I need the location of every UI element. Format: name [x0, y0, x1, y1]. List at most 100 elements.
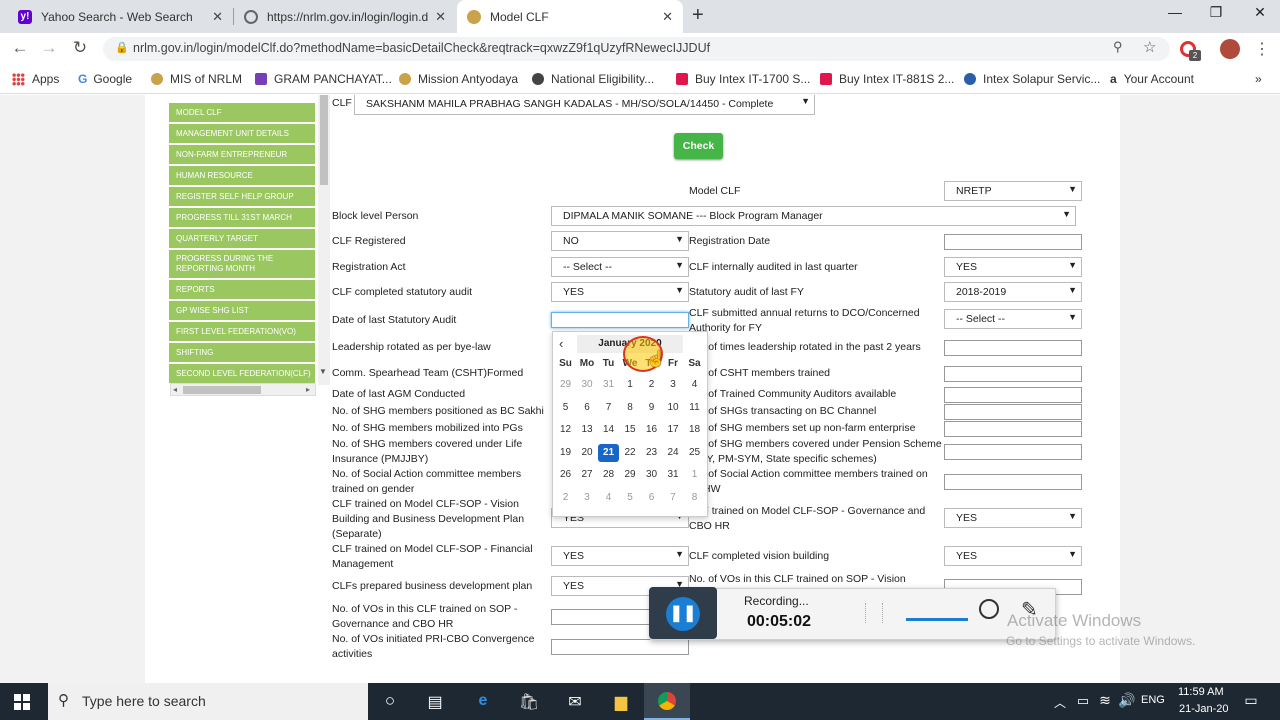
- datepicker-day[interactable]: 29: [555, 376, 576, 394]
- profile-avatar[interactable]: [1220, 39, 1240, 59]
- file-explorer-icon[interactable]: ▆: [606, 692, 636, 712]
- community-auditors-input[interactable]: [944, 387, 1082, 403]
- new-tab-plus-icon[interactable]: +: [692, 4, 704, 27]
- datepicker-day[interactable]: 17: [663, 421, 684, 439]
- datepicker-day[interactable]: 30: [577, 376, 598, 394]
- tab-model-clf[interactable]: Model CLF ✕: [457, 0, 683, 33]
- zoom-search-icon[interactable]: ⚲: [1113, 39, 1123, 55]
- clock-time[interactable]: 11:59 AM: [1178, 686, 1224, 698]
- back-arrow-icon[interactable]: ←: [8, 38, 32, 58]
- bookmark-gram-panchayat[interactable]: GRAM PANCHAYAT...: [255, 72, 392, 86]
- datepicker-day[interactable]: 3: [663, 376, 684, 394]
- sidebar-item-second-level-federation[interactable]: SECOND LEVEL FEDERATION(CLF): [168, 363, 316, 384]
- datepicker-day[interactable]: 29: [620, 466, 641, 484]
- minimize-icon[interactable]: —: [1165, 4, 1185, 20]
- datepicker-day[interactable]: 19: [555, 444, 576, 462]
- datepicker-day[interactable]: 2: [555, 489, 576, 507]
- vision-building-select[interactable]: YES ▼: [944, 546, 1082, 566]
- csht-trained-input[interactable]: [944, 366, 1082, 382]
- reload-icon[interactable]: ↻: [68, 38, 92, 58]
- bookmark-apps[interactable]: Apps: [12, 72, 59, 86]
- datepicker-day[interactable]: 31: [598, 376, 619, 394]
- date-last-audit-input[interactable]: [551, 312, 689, 328]
- datepicker-day[interactable]: 20: [577, 444, 598, 462]
- sidebar-item-first-level-federation[interactable]: FIRST LEVEL FEDERATION(VO): [168, 321, 316, 342]
- datepicker-day[interactable]: 15: [620, 421, 641, 439]
- datepicker-day[interactable]: 1: [620, 376, 641, 394]
- datepicker-day[interactable]: 26: [555, 466, 576, 484]
- sidebar-item-model-clf[interactable]: MODEL CLF: [168, 102, 316, 123]
- datepicker-day[interactable]: 13: [577, 421, 598, 439]
- datepicker-day[interactable]: 5: [620, 489, 641, 507]
- restore-icon[interactable]: ❐: [1206, 4, 1226, 21]
- clf-registered-select[interactable]: NO ▼: [551, 231, 689, 251]
- datepicker-day[interactable]: 27: [577, 466, 598, 484]
- internally-audited-select[interactable]: YES ▼: [944, 257, 1082, 277]
- sidebar-item-quarterly-target[interactable]: QUARTERLY TARGET: [168, 228, 316, 249]
- tab-yahoo-search[interactable]: y! Yahoo Search - Web Search ✕: [8, 0, 233, 33]
- datepicker-day[interactable]: 24: [663, 444, 684, 462]
- datepicker-day[interactable]: 10: [663, 399, 684, 417]
- scroll-right-arrow-icon[interactable]: ▸: [306, 385, 310, 394]
- registration-act-select[interactable]: -- Select -- ▼: [551, 257, 689, 277]
- windows-start-icon[interactable]: [14, 694, 30, 710]
- bookmark-google[interactable]: G Google: [78, 72, 132, 86]
- check-button[interactable]: Check: [674, 133, 723, 159]
- notifications-icon[interactable]: ▭: [1236, 692, 1266, 709]
- scroll-left-arrow-icon[interactable]: ◂: [173, 385, 177, 394]
- close-tab-icon[interactable]: ✕: [662, 9, 673, 25]
- datepicker-day[interactable]: 7: [598, 399, 619, 417]
- datepicker-day[interactable]: 21: [598, 443, 619, 462]
- financial-management-select[interactable]: YES ▼: [551, 546, 689, 566]
- close-window-icon[interactable]: ✕: [1250, 4, 1270, 21]
- datepicker-day[interactable]: 9: [641, 399, 662, 417]
- forward-arrow-icon[interactable]: →: [37, 38, 61, 58]
- bookmark-national-eligibility[interactable]: National Eligibility...: [532, 72, 654, 86]
- datepicker-day[interactable]: 22: [620, 444, 641, 462]
- sidebar-item-human-resource[interactable]: HUMAN RESOURCE: [168, 165, 316, 186]
- edge-icon[interactable]: e: [468, 692, 498, 710]
- registration-date-input[interactable]: [944, 234, 1082, 250]
- volume-slider[interactable]: [906, 618, 968, 621]
- sidebar-item-management-unit[interactable]: MANAGEMENT UNIT DETAILS: [168, 123, 316, 144]
- datepicker-day[interactable]: 6: [641, 489, 662, 507]
- sidebar-vertical-scrollbar[interactable]: ▼: [318, 95, 330, 385]
- address-bar[interactable]: 🔒 nrlm.gov.in/login/modelClf.do?methodNa…: [103, 37, 1170, 61]
- governance-training-select[interactable]: YES ▼: [944, 508, 1082, 528]
- webcam-icon[interactable]: [979, 599, 999, 619]
- language-indicator[interactable]: ENG: [1141, 694, 1165, 706]
- bookmarks-overflow-icon[interactable]: »: [1255, 72, 1262, 86]
- task-view-icon[interactable]: ▤: [420, 692, 450, 712]
- bookmark-mis-nrlm[interactable]: MIS of NRLM: [151, 72, 242, 86]
- sidebar-item-non-farm[interactable]: NON-FARM ENTREPRENEUR: [168, 144, 316, 165]
- datepicker-day[interactable]: 1: [684, 466, 705, 484]
- statutory-audit-fy-select[interactable]: 2018-2019 ▼: [944, 282, 1082, 302]
- vos-pri-cbo-input[interactable]: [551, 639, 689, 655]
- sidebar-item-progress-reporting-month[interactable]: PROGRESS DURING THE REPORTING MONTH: [168, 249, 316, 279]
- datepicker-day[interactable]: 14: [598, 421, 619, 439]
- model-clf-select[interactable]: NRETP ▼: [944, 181, 1082, 201]
- pause-icon[interactable]: ❚❚: [666, 597, 700, 631]
- mail-icon[interactable]: ✉: [560, 692, 590, 712]
- pension-scheme-input[interactable]: [944, 444, 1082, 460]
- datepicker-day[interactable]: 11: [684, 399, 705, 417]
- datepicker-day[interactable]: 18: [684, 421, 705, 439]
- tab-nrlm-login[interactable]: https://nrlm.gov.in/login/login.d ✕: [234, 0, 456, 33]
- bookmark-intex-solapur[interactable]: Intex Solapur Servic...: [964, 72, 1100, 86]
- sidebar-item-reports[interactable]: REPORTS: [168, 279, 316, 300]
- annual-returns-select[interactable]: -- Select -- ▼: [944, 309, 1082, 329]
- datepicker-day[interactable]: 23: [641, 444, 662, 462]
- sidebar-item-gp-wise-shg[interactable]: GP WISE SHG LIST: [168, 300, 316, 321]
- datepicker-day[interactable]: 8: [684, 489, 705, 507]
- datepicker-day[interactable]: 6: [577, 399, 598, 417]
- block-person-select[interactable]: DIPMALA MANIK SOMANE --- Block Program M…: [551, 206, 1076, 226]
- chrome-taskbar-item[interactable]: [644, 683, 690, 720]
- datepicker-day[interactable]: 8: [620, 399, 641, 417]
- bookmark-intex-1700[interactable]: Buy Intex IT-1700 S...: [676, 72, 810, 86]
- sidebar-item-shifting[interactable]: SHIFTING: [168, 342, 316, 363]
- datepicker-day[interactable]: 16: [641, 421, 662, 439]
- non-farm-enterprise-input[interactable]: [944, 421, 1082, 437]
- datepicker-day[interactable]: 3: [577, 489, 598, 507]
- bookmark-star-icon[interactable]: ☆: [1143, 38, 1156, 56]
- clf-select[interactable]: SAKSHANM MAHILA PRABHAG SANGH KADALAS - …: [354, 95, 815, 115]
